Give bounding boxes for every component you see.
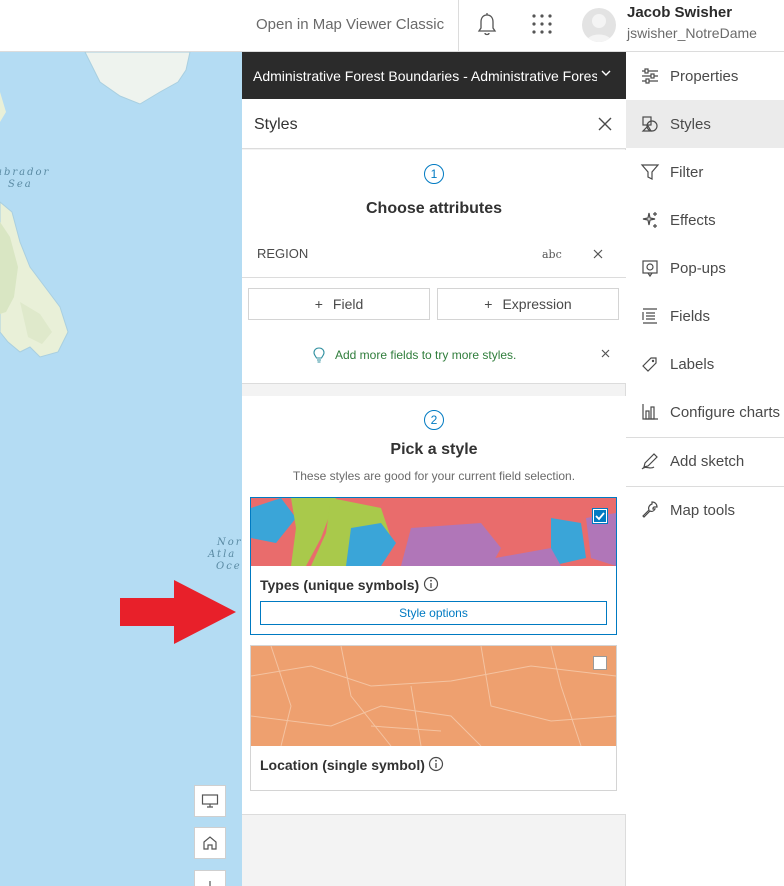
screen-view-button[interactable] bbox=[194, 785, 226, 817]
settings-toolbar: Properties Styles Filter Effects Pop-ups… bbox=[626, 52, 784, 886]
toolbar-label: Styles bbox=[670, 116, 711, 133]
sliders-icon bbox=[642, 68, 658, 84]
toolbar-label: Filter bbox=[670, 164, 704, 181]
step-number-2: 2 bbox=[424, 410, 444, 430]
unique-types-preview bbox=[251, 498, 616, 566]
remove-attribute-icon[interactable] bbox=[593, 249, 603, 259]
step2-title: Pick a style bbox=[390, 441, 478, 458]
toolbar-item-fields[interactable]: Fields bbox=[626, 292, 784, 340]
style-options-button[interactable]: Style options bbox=[260, 601, 607, 625]
map-view[interactable]: abrador Sea Nor Atla Oce bbox=[0, 52, 242, 886]
add-field-label: Field bbox=[332, 296, 364, 312]
layer-title: Administrative Forest Boundaries - Admin… bbox=[253, 67, 597, 84]
map-label-labrador-sea: abrador Sea bbox=[0, 167, 51, 190]
plus-icon: + bbox=[484, 296, 493, 312]
label-icon bbox=[642, 357, 657, 372]
effects-icon bbox=[642, 212, 657, 228]
header-divider bbox=[458, 0, 459, 52]
app-launcher-grid-icon[interactable] bbox=[530, 12, 554, 36]
close-icon[interactable] bbox=[598, 117, 612, 131]
attribute-type-badge: abc bbox=[542, 248, 562, 261]
zoom-button[interactable] bbox=[194, 870, 226, 886]
toolbar-item-configure-charts[interactable]: Configure charts bbox=[626, 388, 784, 436]
toolbar-label: Effects bbox=[670, 212, 716, 229]
style-unselected-checkbox[interactable] bbox=[593, 656, 607, 670]
toolbar-label: Pop-ups bbox=[670, 260, 726, 277]
layer-selector[interactable]: Administrative Forest Boundaries - Admin… bbox=[242, 52, 626, 99]
styles-icon bbox=[641, 116, 658, 132]
toolbar-label: Configure charts bbox=[670, 404, 781, 421]
monitor-icon bbox=[201, 794, 219, 808]
toolbar-label: Properties bbox=[670, 68, 739, 85]
styles-panel: Administrative Forest Boundaries - Admin… bbox=[242, 52, 626, 886]
filter-icon bbox=[640, 164, 660, 180]
dismiss-notice-icon[interactable] bbox=[601, 349, 610, 358]
popup-icon bbox=[642, 260, 658, 278]
single-symbol-preview bbox=[251, 646, 616, 746]
plus-icon: + bbox=[314, 296, 323, 312]
step-number-1: 1 bbox=[424, 164, 444, 184]
toolbar-item-add-sketch[interactable]: Add sketch bbox=[626, 437, 784, 485]
app-header: Open in Map Viewer Classic Jacob Swisher… bbox=[0, 0, 784, 52]
chevron-down-icon bbox=[601, 70, 611, 76]
toolbar-item-filter[interactable]: Filter bbox=[626, 148, 784, 196]
add-expression-button[interactable]: + Expression bbox=[437, 288, 619, 320]
toolbar-item-effects[interactable]: Effects bbox=[626, 196, 784, 244]
step2-subtitle: These styles are good for your current f… bbox=[292, 469, 576, 483]
user-full-name[interactable]: Jacob Swisher bbox=[627, 4, 732, 21]
toolbar-item-map-tools[interactable]: Map tools bbox=[626, 486, 784, 534]
attribute-row[interactable]: REGION abc bbox=[242, 232, 626, 278]
chart-icon bbox=[642, 404, 658, 420]
checkmark-icon bbox=[595, 512, 605, 521]
sketch-icon bbox=[641, 453, 658, 470]
lightbulb-icon bbox=[313, 347, 325, 363]
toolbar-item-styles[interactable]: Styles bbox=[626, 100, 784, 148]
toolbar-label: Fields bbox=[670, 308, 711, 325]
toolbar-item-properties[interactable]: Properties bbox=[626, 52, 784, 100]
add-expression-label: Expression bbox=[502, 296, 572, 312]
toolbar-item-popups[interactable]: Pop-ups bbox=[626, 244, 784, 292]
fields-icon bbox=[642, 308, 657, 324]
toolbar-item-labels[interactable]: Labels bbox=[626, 340, 784, 388]
pick-style-section: 2 Pick a style These styles are good for… bbox=[242, 396, 626, 815]
map-label-north-atlantic: Nor Atla Oce bbox=[208, 537, 242, 572]
toolbar-label: Map tools bbox=[670, 502, 736, 519]
toolbar-label: Labels bbox=[670, 356, 715, 373]
style-card-location[interactable]: Location (single symbol) bbox=[250, 645, 617, 791]
info-icon[interactable] bbox=[428, 756, 444, 772]
step1-title: Choose attributes bbox=[365, 200, 502, 217]
style-selected-checkbox[interactable] bbox=[593, 509, 607, 523]
choose-attributes-section: 1 Choose attributes REGION abc + Field +… bbox=[242, 150, 626, 384]
open-classic-link[interactable]: Open in Map Viewer Classic bbox=[256, 16, 444, 33]
wrench-icon bbox=[642, 501, 658, 518]
style-card-types[interactable]: Types (unique symbols) Style options bbox=[250, 497, 617, 635]
info-icon[interactable] bbox=[423, 576, 439, 592]
user-avatar[interactable] bbox=[582, 8, 616, 42]
add-field-button[interactable]: + Field bbox=[248, 288, 430, 320]
plus-icon bbox=[209, 881, 211, 886]
style-name: Types (unique symbols) bbox=[260, 577, 420, 593]
user-username[interactable]: jswisher_NotreDame bbox=[627, 25, 757, 41]
style-name: Location (single symbol) bbox=[260, 757, 425, 773]
notice-text: Add more fields to try more styles. bbox=[335, 348, 517, 362]
styles-panel-header: Styles bbox=[242, 99, 626, 149]
home-button[interactable] bbox=[194, 827, 226, 859]
toolbar-label: Add sketch bbox=[670, 453, 745, 470]
home-icon bbox=[203, 836, 217, 850]
user-silhouette-icon bbox=[586, 14, 612, 42]
more-fields-notice: Add more fields to try more styles. bbox=[242, 346, 626, 366]
attribute-name: REGION bbox=[257, 246, 309, 261]
panel-title: Styles bbox=[254, 116, 298, 133]
notifications-bell-icon[interactable] bbox=[475, 12, 499, 38]
annotation-arrow-icon bbox=[120, 580, 236, 644]
